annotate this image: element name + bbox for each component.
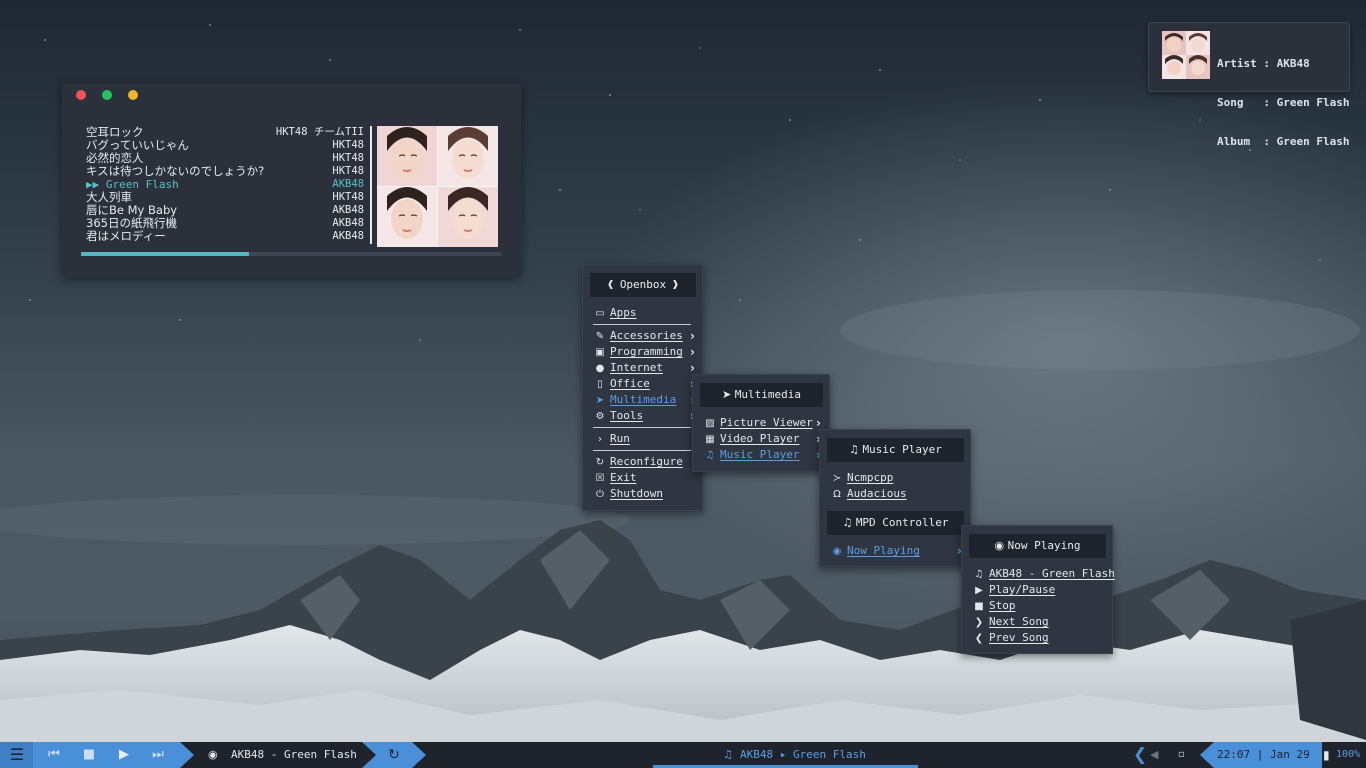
taskbar-song-title: AKB48 - Green Flash (231, 748, 357, 761)
minimize-button[interactable] (128, 90, 138, 100)
menu-item-prev-song[interactable]: ❮ Prev Song (972, 630, 1049, 646)
menu-separator (593, 427, 691, 428)
menu-item-apps[interactable]: ▭ Apps (593, 305, 636, 321)
menu-item-ncmpcpp[interactable]: ≻ Ncmpcpp (830, 470, 894, 486)
menu-separator (593, 324, 691, 325)
now-playing-submenu: ◉ Now Playing ♫ AKB48 - Green Flash ▶ Play… (961, 525, 1115, 654)
battery-icon: ▮ (1323, 748, 1330, 762)
music-player-submenu: ♫ Music Player ≻ Ncmpcpp Ω Audacious ♫ MPD… (819, 429, 971, 567)
menu-item-internet[interactable]: ● Internet › (593, 360, 695, 376)
power-icon: ⏻ (596, 489, 604, 500)
menu-item-music-player[interactable]: ♫Music Player› (703, 447, 821, 463)
close-box-icon: ☒ (595, 473, 605, 484)
menu-item-audacious[interactable]: Ω Audacious (830, 486, 906, 502)
menu-title-music-player: ♫ Music Player (827, 438, 964, 462)
menu-item-accessories[interactable]: ✎ Accessories › (593, 328, 695, 344)
menu-item-now-playing[interactable]: ◉ Now Playing › (830, 543, 962, 559)
play-circle-icon: ▶ (975, 585, 983, 596)
terminal-prompt-icon: ≻ (832, 473, 842, 484)
menu-item-shutdown[interactable]: ⏻ Shutdown (593, 486, 663, 502)
tray-icon[interactable]: ▫ (1178, 742, 1185, 768)
document-icon: ▯ (597, 379, 603, 390)
refresh-icon: ↻ (595, 457, 605, 468)
song-progress-fill (81, 252, 249, 256)
music-note-icon: ♫ (974, 569, 984, 580)
battery-level: 100% (1336, 749, 1361, 760)
terminal-icon: ▣ (595, 347, 605, 358)
playlist-row[interactable]: キスは待つしかないのでしょうか? HKT48 (86, 165, 364, 178)
menu-title-multimedia: ➤ Multimedia (700, 383, 823, 407)
menu-item-tools[interactable]: ⚙Tools› (593, 408, 695, 424)
now-playing-notification: Artist : AKB48 Song : Green Flash Album … (1148, 22, 1350, 148)
chevron-right-icon: › (598, 434, 602, 445)
menu-item-run[interactable]: › Run (593, 431, 630, 447)
song-progress-bar[interactable] (81, 252, 501, 256)
menu-item-video-player[interactable]: ▦Video Player› (703, 431, 821, 447)
play-circle-icon: ◉ (832, 546, 842, 557)
prev-icon[interactable]: ⏮ (42, 742, 66, 768)
menu-item-picture-viewer[interactable]: ▨ Picture Viewer › (703, 415, 821, 431)
play-circle-icon: ◉ (994, 539, 1008, 552)
maximize-button[interactable] (102, 90, 112, 100)
chevron-left-icon[interactable]: ❮ (1133, 742, 1147, 768)
notification-song: Song : Green Flash (1217, 96, 1350, 109)
menu-item-stop[interactable]: ■ Stop (972, 598, 1015, 614)
play-circle-icon: ◉ (208, 748, 218, 761)
menu-item-exit[interactable]: ☒ Exit (593, 470, 637, 486)
menu-separator (593, 450, 691, 451)
album-art (377, 126, 498, 247)
monitor-icon: ▭ (595, 308, 605, 319)
menu-title-now-playing: ◉ Now Playing (969, 534, 1106, 558)
next-icon[interactable]: ⏭ (146, 742, 170, 768)
album-cover-thumbnail (1162, 31, 1210, 79)
menu-title-openbox: ❰ Openbox ❱ (590, 273, 696, 297)
prev-circle-icon: ❮ (974, 633, 984, 644)
rocket-icon: ➤ (722, 388, 735, 401)
notification-album: Album : Green Flash (1217, 135, 1350, 148)
playlist: 空耳ロック HKT48 チームTII バグっていいじゃん HKT48 必然的恋人 HK… (86, 126, 364, 243)
menu-item-current-song[interactable]: ♫ AKB48 - Green Flash (972, 566, 1115, 582)
openbox-root-menu: ❰ Openbox ❱ ▭ Apps ✎ Accessories › ▣ Programmi… (582, 264, 703, 511)
headphones-icon: Ω (833, 489, 841, 500)
menu-item-office[interactable]: ▯Office› (593, 376, 695, 392)
stop-icon[interactable]: ■ (77, 742, 101, 768)
image-icon: ▨ (705, 418, 715, 429)
multimedia-submenu: ➤ Multimedia ▨ Picture Viewer › ▦ Video Pla… (692, 374, 830, 472)
pane-divider (370, 126, 372, 244)
close-button[interactable] (76, 90, 86, 100)
wand-icon: ✎ (595, 331, 605, 342)
notification-artist: Artist : AKB48 (1217, 57, 1310, 70)
ncmpcpp-window[interactable]: 空耳ロック HKT48 チームTII バグっていいじゃん HKT48 必然的恋人 HK… (62, 83, 521, 277)
globe-icon: ● (595, 363, 605, 374)
play-icon[interactable]: ▶ (112, 742, 136, 768)
next-circle-icon: ❯ (974, 617, 984, 628)
music-note-icon: ♫ (842, 516, 856, 529)
menu-title-mpd-controller: ♫ MPD Controller (827, 511, 964, 535)
menu-icon[interactable]: ☰ (4, 742, 30, 768)
film-icon: ▦ (705, 434, 715, 445)
playlist-row[interactable]: 君はメロディー AKB48 (86, 230, 364, 243)
repeat-icon[interactable]: ↻ (381, 742, 407, 768)
rocket-icon: ➤ (595, 395, 605, 406)
music-note-icon: ♫ (849, 443, 863, 456)
music-note-icon: ♫ (705, 450, 715, 461)
clock[interactable]: 22:07 | Jan 29 (1217, 742, 1310, 768)
menu-item-next-song[interactable]: ❯ Next Song (972, 614, 1049, 630)
menu-item-play-pause[interactable]: ▶ Play/Pause (972, 582, 1055, 598)
volume-icon[interactable]: ◀ (1150, 742, 1158, 768)
cogs-icon: ⚙ (595, 411, 605, 422)
menu-item-programming[interactable]: ▣ Programming › (593, 344, 695, 360)
menu-item-multimedia[interactable]: ➤Multimedia› (593, 392, 695, 408)
stop-circle-icon: ■ (974, 601, 984, 612)
menu-item-reconfigure[interactable]: ↻ Reconfigure (593, 454, 683, 470)
